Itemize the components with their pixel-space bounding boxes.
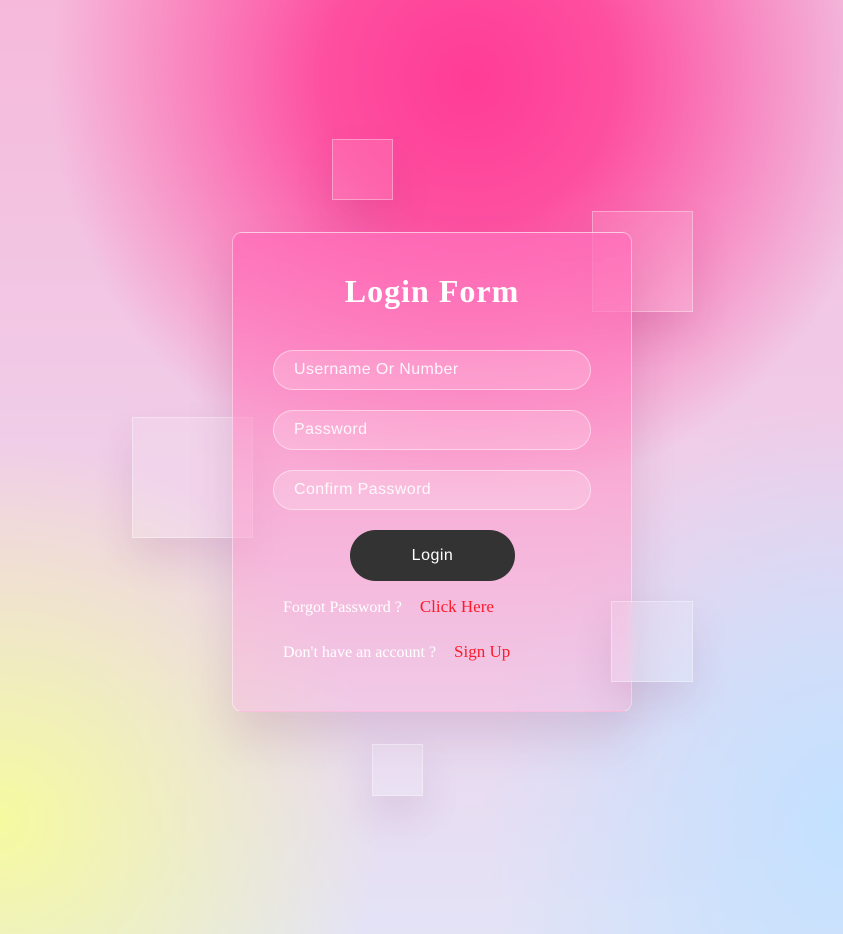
signup-text: Don't have an account ?: [283, 644, 437, 661]
decorative-square: [332, 139, 393, 200]
forgot-password-row: Forgot Password ? Click Here: [283, 597, 494, 617]
form-title: Login Form: [344, 273, 520, 309]
decorative-square: [611, 601, 693, 682]
login-button[interactable]: Login: [350, 530, 515, 581]
decorative-square: [372, 744, 423, 796]
signup-row: Don't have an account ? Sign Up: [283, 642, 510, 662]
forgot-password-text: Forgot Password ?: [283, 599, 402, 616]
username-input[interactable]: [273, 350, 591, 390]
forgot-password-link[interactable]: Click Here: [420, 597, 494, 616]
login-card: Login Form Login Forgot Password ? Click…: [232, 232, 632, 712]
confirm-password-input[interactable]: [273, 470, 591, 510]
signup-link[interactable]: Sign Up: [454, 642, 510, 661]
password-input[interactable]: [273, 410, 591, 450]
